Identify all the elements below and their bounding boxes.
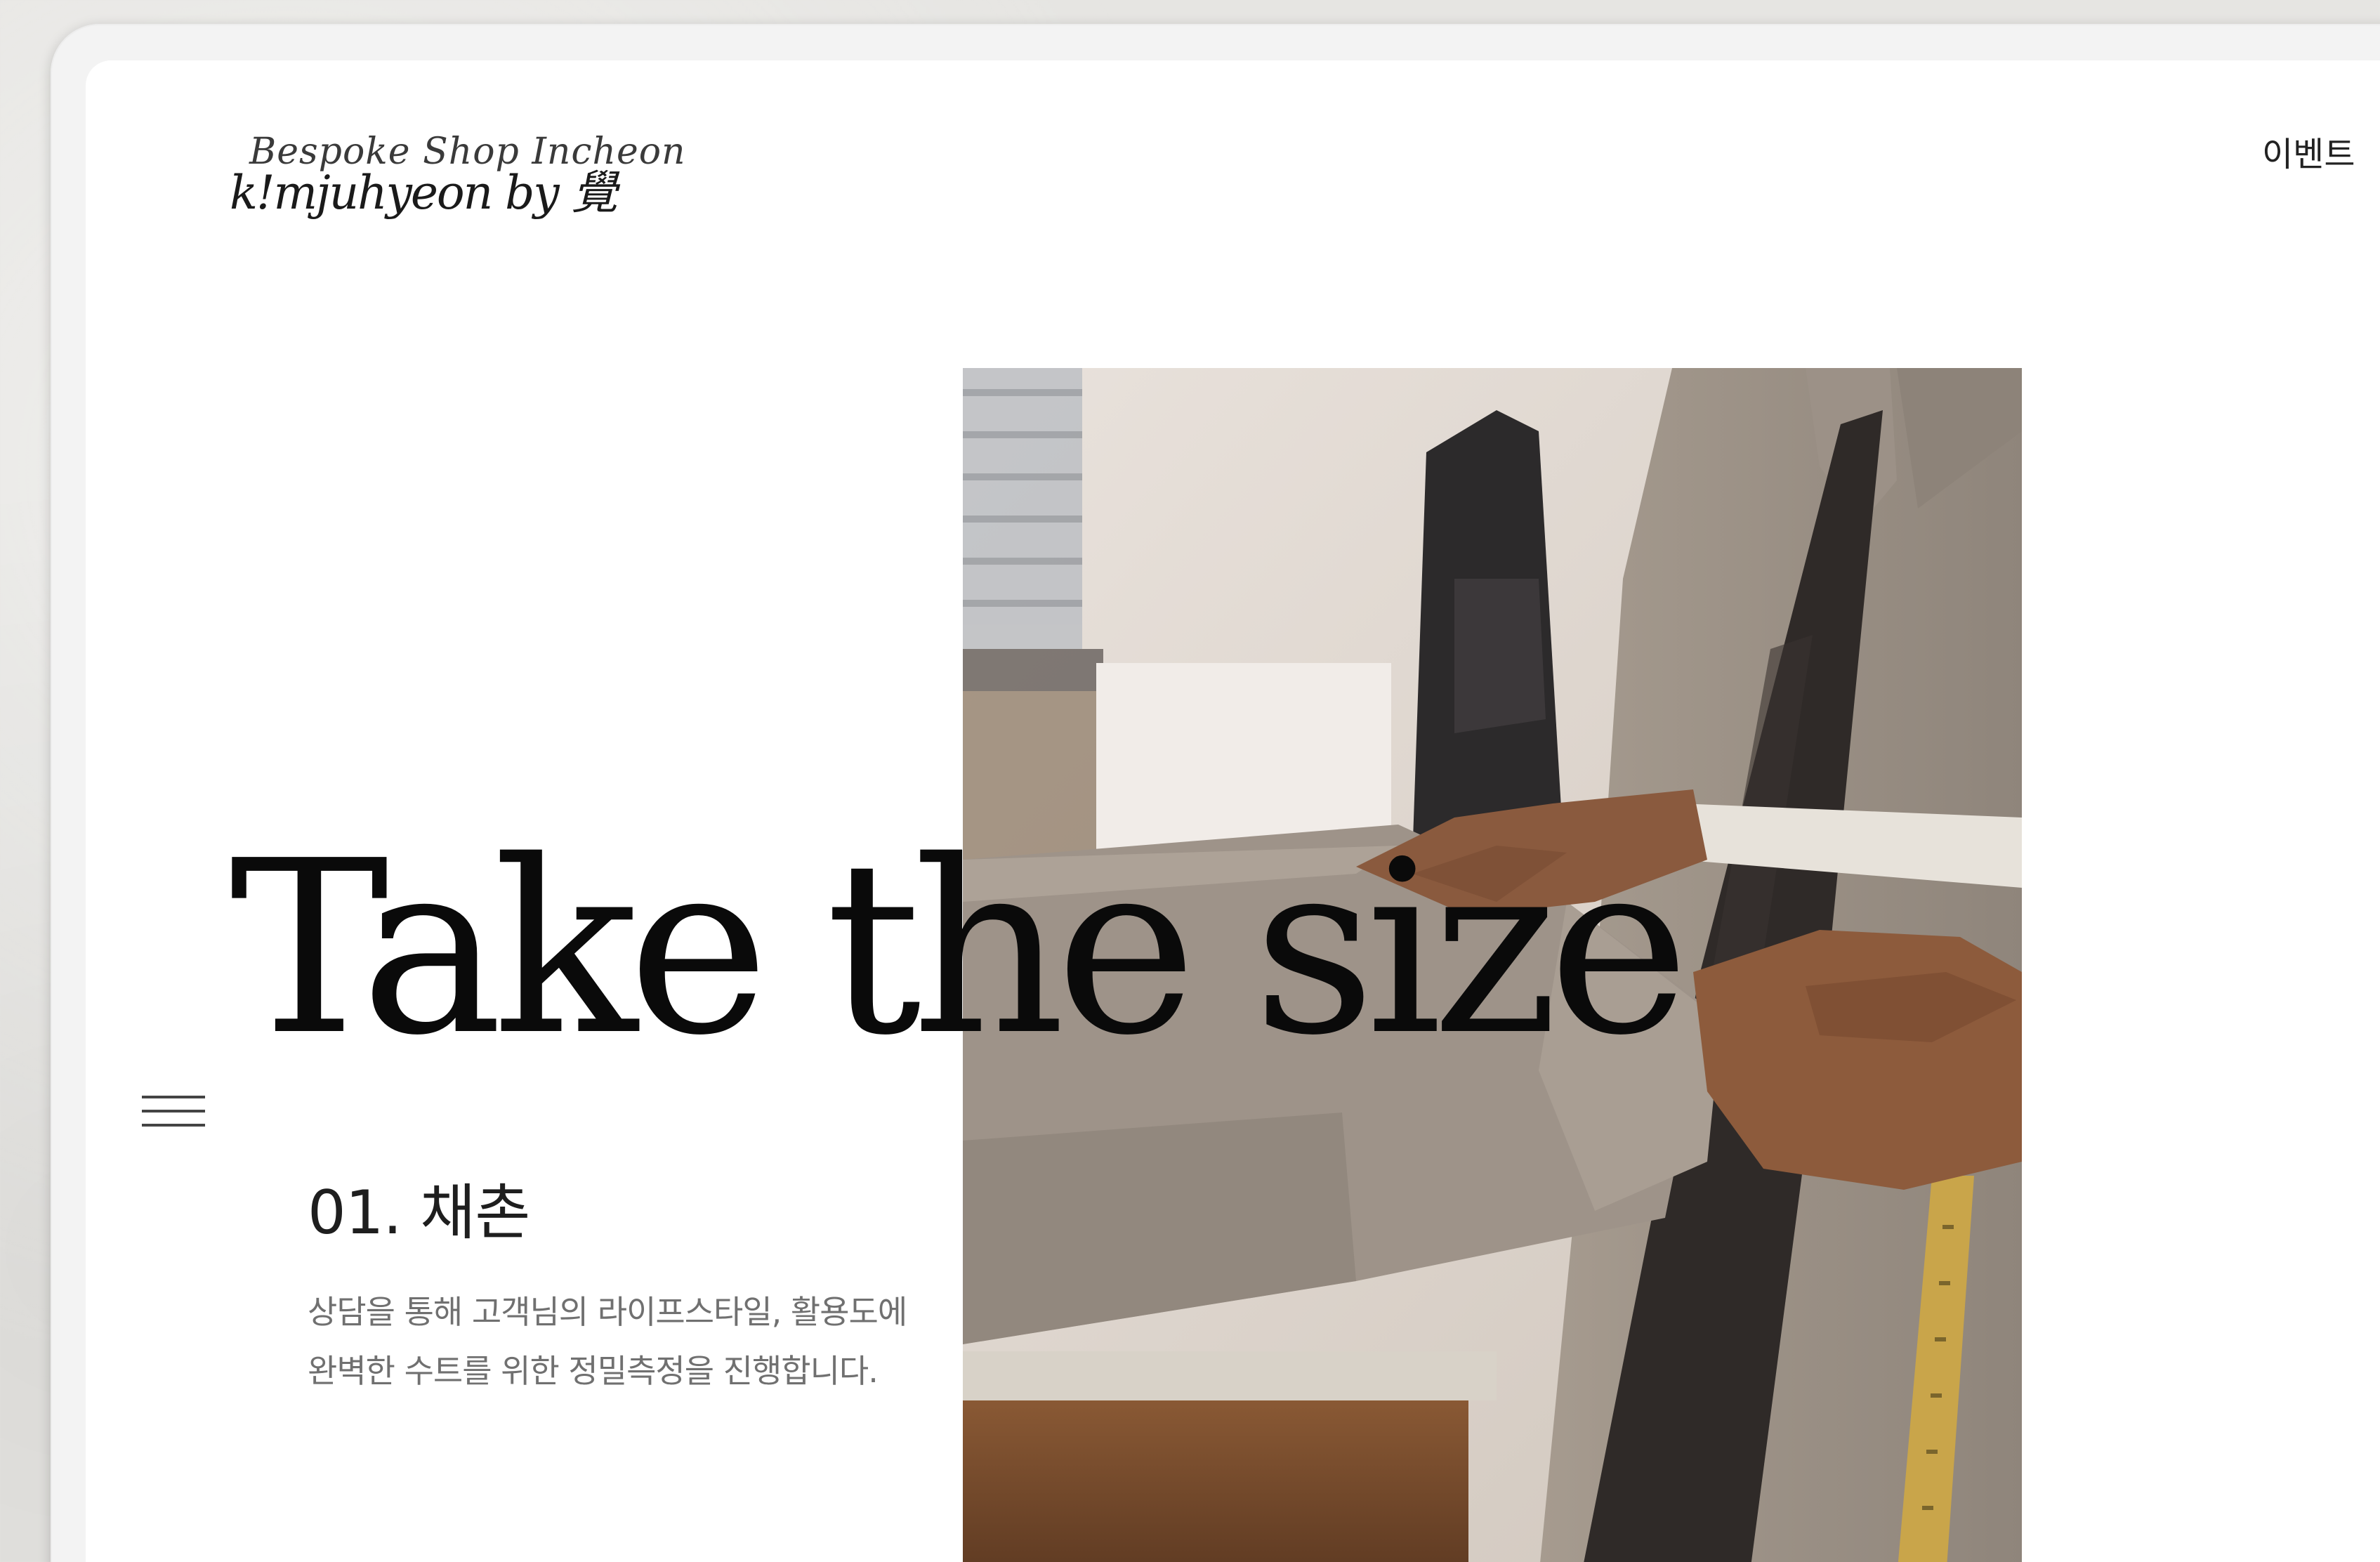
step-title: 01. 채촌 [308,1178,530,1248]
nav-event-link[interactable]: 이벤트 [2262,126,2355,176]
step-description-line2: 완벽한 수트를 위한 정밀측정을 진행합니다. [308,1352,879,1390]
step-description: 상담을 통해 고객님의 라이프스타일, 활용도에 완벽한 수트를 위한 정밀측정… [308,1282,1024,1400]
site-logo[interactable]: Bespoke Shop Incheon k!mjuhyeon by 覺 [230,131,686,218]
page-screen: Bespoke Shop Incheon k!mjuhyeon by 覺 이벤트 [86,60,2380,1562]
logo-main-text: k!mjuhyeon by 覺 [230,166,618,220]
hero-heading: Take the size [230,810,1690,1088]
step-description-line1: 상담을 통해 고객님의 라이프스타일, 활용도에 [308,1293,907,1331]
hamburger-menu-icon[interactable] [142,1096,205,1138]
